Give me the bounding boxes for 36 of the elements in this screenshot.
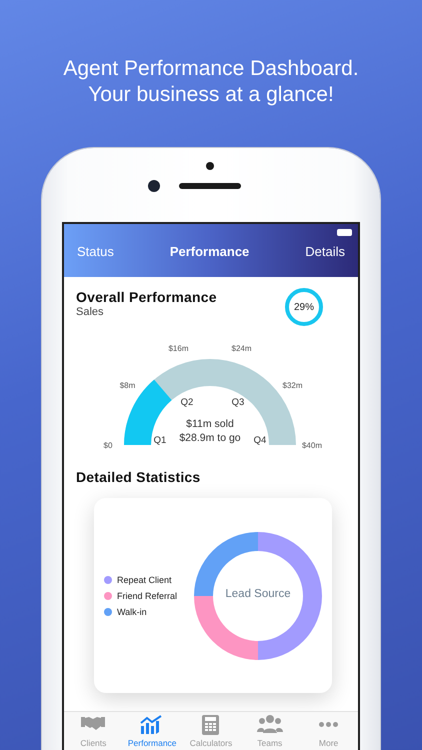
tick-label: $24m bbox=[232, 344, 252, 353]
percent-ring: 29% bbox=[285, 288, 323, 326]
speaker-icon bbox=[179, 183, 241, 189]
people-icon bbox=[256, 714, 283, 736]
legend-label: Walk-in bbox=[117, 606, 147, 616]
screen-title: Performance bbox=[170, 244, 250, 259]
section-title: Detailed Statistics bbox=[76, 469, 200, 485]
headline: Your business at a glance! bbox=[88, 82, 334, 108]
quarter-label: Q4 bbox=[254, 435, 266, 446]
tab-button[interactable]: Calculators bbox=[182, 712, 240, 750]
sensor-icon bbox=[206, 162, 214, 170]
tick-label: $8m bbox=[120, 381, 136, 390]
quarter-label: Q2 bbox=[180, 397, 194, 408]
quarter-label: Q3 bbox=[232, 397, 244, 408]
tab-button[interactable]: Clients bbox=[64, 712, 123, 750]
donut-center-label: Lead Source bbox=[224, 588, 292, 600]
more-icon bbox=[319, 722, 338, 727]
status-link[interactable]: Status bbox=[77, 244, 114, 259]
headline: Agent Performance Dashboard. bbox=[63, 56, 359, 82]
tick-label: $0 bbox=[104, 441, 112, 450]
tick-label: $16m bbox=[168, 344, 188, 353]
quarter-label: Q1 bbox=[154, 435, 166, 446]
remaining-amount: $28.9m to go bbox=[179, 432, 241, 444]
tab-button[interactable]: Performance bbox=[122, 712, 182, 750]
legend-label: Repeat Client bbox=[117, 574, 172, 584]
battery-icon bbox=[337, 229, 352, 236]
tick-label: $40m bbox=[302, 441, 322, 450]
section-title: Overall Performance bbox=[76, 289, 217, 305]
tab-button[interactable]: Teams bbox=[240, 712, 300, 750]
camera-icon bbox=[148, 180, 160, 192]
tick-label: $32m bbox=[282, 381, 303, 390]
legend-label: Friend Referral bbox=[117, 590, 178, 600]
details-link[interactable]: Details bbox=[305, 244, 345, 259]
sold-amount: $11m sold bbox=[186, 418, 234, 430]
tab-button[interactable]: More bbox=[299, 712, 358, 750]
section-subtitle: Sales bbox=[76, 306, 105, 318]
